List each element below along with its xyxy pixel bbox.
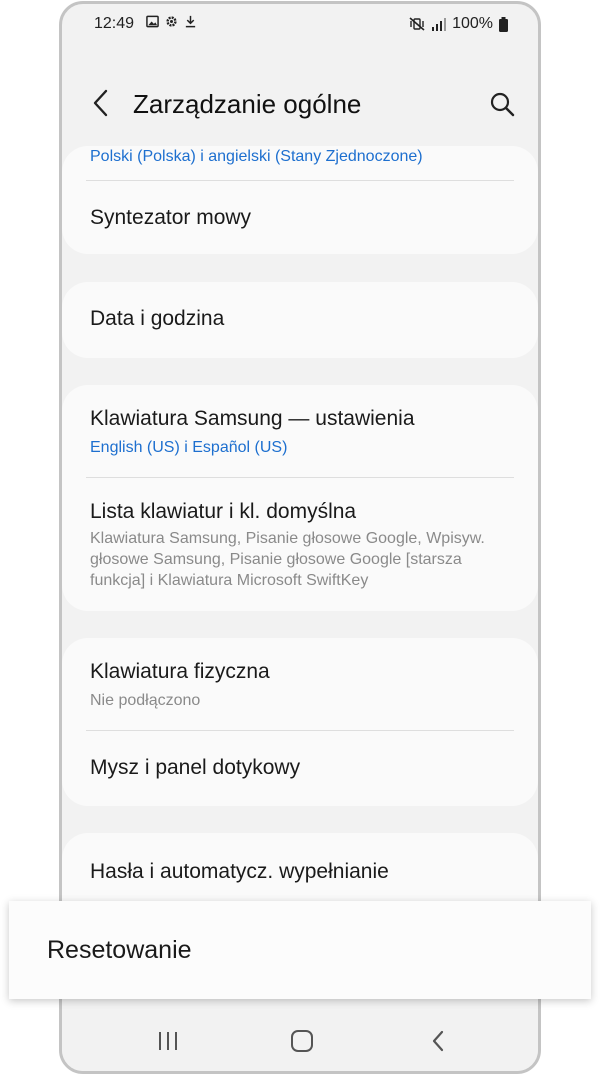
status-system-icons: 100%	[409, 15, 508, 33]
reset-label: Resetowanie	[47, 935, 192, 964]
list-item-physical-keyboard[interactable]: Klawiatura fizyczna Nie podłączono	[90, 660, 514, 711]
signal-icon	[432, 17, 447, 31]
battery-icon	[499, 16, 508, 32]
samsung-keyboard-label: Klawiatura Samsung — ustawienia	[90, 407, 415, 430]
status-bar: 12:49 100%	[62, 4, 538, 44]
list-item-keyboard-list[interactable]: Lista klawiatur i kl. domyślna Klawiatur…	[90, 500, 514, 591]
download-icon	[185, 15, 196, 28]
home-icon	[291, 1030, 313, 1052]
list-item-tts[interactable]: Syntezator mowy	[90, 206, 514, 230]
image-icon	[146, 15, 159, 28]
status-time: 12:49	[94, 15, 135, 32]
language-subtitle: Polski (Polska) i angielski (Stany Zjedn…	[90, 148, 423, 165]
nav-back-icon	[432, 1030, 444, 1052]
reset-highlight-card[interactable]: Resetowanie	[9, 901, 591, 999]
physical-keyboard-status: Nie podłączono	[90, 692, 201, 709]
divider	[86, 730, 514, 731]
divider	[86, 477, 514, 478]
settings-card-language: Polski (Polska) i angielski (Stany Zjedn…	[62, 146, 538, 254]
navigation-bar	[62, 1011, 538, 1071]
list-item-language[interactable]: Polski (Polska) i angielski (Stany Zjedn…	[90, 140, 514, 167]
settings-card-datetime: Data i godzina	[62, 282, 538, 358]
divider	[86, 180, 514, 181]
gear-icon	[166, 16, 177, 27]
back-arrow-icon	[93, 89, 108, 117]
status-notification-icons	[146, 15, 197, 28]
home-button[interactable]	[282, 1026, 322, 1056]
page-title: Zarządzanie ogólne	[133, 89, 362, 119]
vibrate-mute-icon	[409, 17, 425, 31]
nav-back-button[interactable]	[418, 1026, 458, 1056]
list-item-passwords-autofill[interactable]: Hasła i automatycz. wypełnianie	[90, 860, 514, 884]
list-item-date-time[interactable]: Data i godzina	[90, 307, 514, 331]
keyboard-list-subtitle: Klawiatura Samsung, Pisanie głosowe Goog…	[90, 530, 485, 589]
tts-label: Syntezator mowy	[90, 206, 252, 229]
search-icon	[490, 92, 515, 117]
keyboard-list-label: Lista klawiatur i kl. domyślna	[90, 500, 357, 523]
passwords-autofill-label: Hasła i automatycz. wypełnianie	[90, 860, 389, 883]
physical-keyboard-label: Klawiatura fizyczna	[90, 660, 270, 683]
back-button[interactable]	[84, 86, 118, 120]
recents-icon	[159, 1032, 177, 1050]
settings-card-keyboards: Klawiatura Samsung — ustawienia English …	[62, 385, 538, 611]
search-button[interactable]	[484, 86, 520, 122]
samsung-keyboard-subtitle: English (US) i Español (US)	[90, 439, 288, 456]
date-time-label: Data i godzina	[90, 307, 225, 330]
app-bar: Zarządzanie ogólne	[62, 64, 538, 144]
recents-button[interactable]	[148, 1026, 188, 1056]
list-item-samsung-keyboard[interactable]: Klawiatura Samsung — ustawienia English …	[90, 407, 514, 458]
mouse-touchpad-label: Mysz i panel dotykowy	[90, 756, 301, 779]
battery-percent: 100%	[452, 15, 493, 32]
list-item-mouse-touchpad[interactable]: Mysz i panel dotykowy	[90, 756, 514, 780]
settings-card-input-devices: Klawiatura fizyczna Nie podłączono Mysz …	[62, 638, 538, 806]
